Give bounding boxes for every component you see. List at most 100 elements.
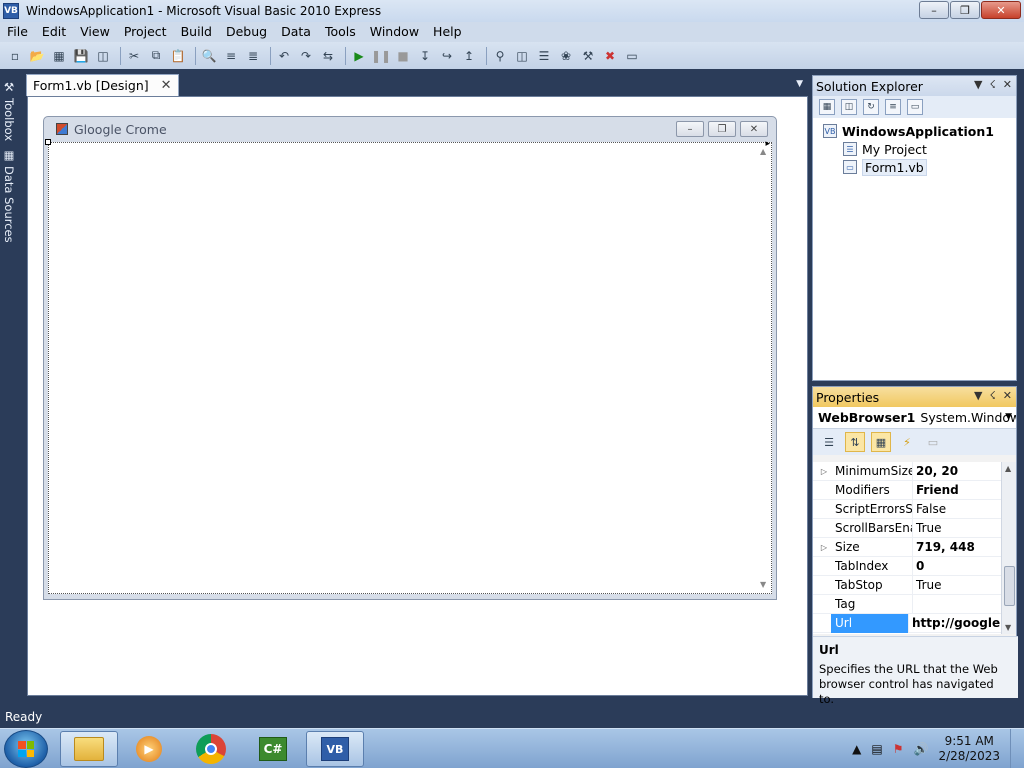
open-file-icon[interactable]: 📂 (28, 47, 46, 65)
vb-app-icon[interactable]: VB (3, 3, 19, 19)
scroll-down-icon[interactable]: ▼ (760, 580, 766, 589)
start-debugging-icon[interactable]: ▶ (350, 47, 368, 65)
close-panel-icon[interactable]: ✕ (1003, 78, 1012, 91)
smart-tag-icon[interactable]: ▸ (765, 139, 770, 149)
property-row[interactable]: ▷ MinimumSize 20, 20 (813, 461, 1003, 481)
resize-handle[interactable] (45, 139, 51, 145)
property-row[interactable]: ScriptErrorsSu False (813, 499, 1003, 519)
paste-icon[interactable]: 📋 (169, 47, 187, 65)
view-code-icon[interactable]: ≡ (885, 99, 901, 115)
taskbar-windows-explorer[interactable] (60, 731, 118, 767)
pause-icon[interactable]: ❚❚ (371, 47, 391, 65)
property-pages-icon[interactable]: ▭ (923, 432, 943, 452)
property-value[interactable]: 719, 448 (912, 537, 1003, 557)
menu-tools[interactable]: Tools (318, 22, 363, 42)
tree-item-project[interactable]: VB WindowsApplication1 (823, 122, 1016, 140)
refresh-icon[interactable]: ↻ (863, 99, 879, 115)
scroll-down-icon[interactable]: ▼ (1005, 623, 1011, 632)
property-row[interactable]: ▷ Size 719, 448 (813, 537, 1003, 557)
object-selector-dropdown[interactable]: WebBrowser1 System.Windows.F ▼ (813, 407, 1016, 429)
show-desktop-button[interactable] (1010, 729, 1020, 768)
menu-data[interactable]: Data (274, 22, 318, 42)
property-value[interactable]: 20, 20 (912, 461, 1003, 481)
step-over-icon[interactable]: ↪ (438, 47, 456, 65)
find-icon[interactable]: 🔍 (200, 47, 218, 65)
property-row[interactable]: Modifiers Friend (813, 480, 1003, 500)
design-surface[interactable]: Gloogle Crome – ❐ ✕ ▲ ▼ ▸ (27, 96, 808, 696)
cut-icon[interactable]: ✂ (125, 47, 143, 65)
immediate-window-icon[interactable]: ▭ (623, 47, 641, 65)
maximize-button[interactable]: ❐ (950, 1, 980, 19)
properties-icon[interactable]: ☰ (535, 47, 553, 65)
expand-icon[interactable]: ▷ (813, 467, 835, 476)
taskbar-google-chrome[interactable] (182, 731, 240, 767)
property-value[interactable]: True (912, 575, 1003, 595)
comment-icon[interactable]: ≡ (222, 47, 240, 65)
redo-icon[interactable]: ↷ (297, 47, 315, 65)
close-panel-icon[interactable]: ✕ (1003, 389, 1012, 402)
tree-item-form1[interactable]: ▭ Form1.vb (823, 158, 1016, 176)
property-row-selected[interactable]: Url http://google.c (813, 613, 1003, 633)
volume-icon[interactable]: 🔊 (914, 742, 929, 756)
property-row[interactable]: ScrollBarsEnal True (813, 518, 1003, 538)
close-button[interactable]: ✕ (981, 1, 1021, 19)
alphabetical-icon[interactable]: ⇅ (845, 432, 865, 452)
navigate-icon[interactable]: ⇆ (319, 47, 337, 65)
find-in-files-icon[interactable]: ⚲ (491, 47, 509, 65)
solution-explorer-icon[interactable]: ◫ (513, 47, 531, 65)
copy-icon[interactable]: ⧉ (147, 47, 165, 65)
clock[interactable]: 9:51 AM 2/28/2023 (938, 734, 1000, 764)
data-sources-tab[interactable]: ▦ Data Sources (2, 148, 16, 243)
property-grid-scrollbar[interactable]: ▲ ▼ (1001, 462, 1016, 634)
menu-build[interactable]: Build (174, 22, 219, 42)
network-icon[interactable]: ▤ (871, 742, 882, 756)
taskbar-media-player[interactable]: ▶ (120, 731, 178, 767)
property-row[interactable]: Tag (813, 594, 1003, 614)
events-icon[interactable]: ⚡ (897, 432, 917, 452)
form-designer-window[interactable]: Gloogle Crome – ❐ ✕ ▲ ▼ ▸ (43, 116, 777, 600)
uncomment-icon[interactable]: ≣ (244, 47, 262, 65)
minimize-button[interactable]: – (919, 1, 949, 19)
webbrowser1-control[interactable]: ▲ ▼ ▸ (45, 139, 772, 594)
toolbox-tab[interactable]: ⚒ Toolbox (2, 80, 16, 141)
property-value[interactable] (912, 594, 1003, 614)
properties-icon[interactable]: ▦ (819, 99, 835, 115)
show-hidden-icons-icon[interactable]: ▲ (852, 742, 861, 756)
menu-view[interactable]: View (73, 22, 117, 42)
undo-icon[interactable]: ↶ (275, 47, 293, 65)
save-icon[interactable]: 💾 (72, 47, 90, 65)
menu-file[interactable]: File (0, 22, 35, 42)
stop-icon[interactable]: ■ (394, 47, 412, 65)
step-out-icon[interactable]: ↥ (460, 47, 478, 65)
step-into-icon[interactable]: ↧ (416, 47, 434, 65)
taskbar-visual-basic[interactable]: VB (306, 731, 364, 767)
window-position-icon[interactable]: ▼ (974, 389, 982, 402)
categorized-icon[interactable]: ☰ (819, 432, 839, 452)
properties-view-icon[interactable]: ▦ (871, 432, 891, 452)
document-list-dropdown[interactable]: ▼ (796, 79, 803, 89)
property-row[interactable]: TabIndex 0 (813, 556, 1003, 576)
menu-edit[interactable]: Edit (35, 22, 73, 42)
auto-hide-pin-icon[interactable]: ☇ (989, 389, 995, 402)
property-row[interactable]: TabStop True (813, 575, 1003, 595)
scroll-up-icon[interactable]: ▲ (1005, 464, 1011, 473)
toolbox-icon[interactable]: ⚒ (579, 47, 597, 65)
webbrowser-scrollbar[interactable]: ▲ ▼ (757, 143, 771, 593)
tree-item-my-project[interactable]: ☰ My Project (823, 140, 1016, 158)
expand-icon[interactable]: ▷ (813, 543, 835, 552)
view-designer-icon[interactable]: ▭ (907, 99, 923, 115)
add-item-icon[interactable]: ▦ (50, 47, 68, 65)
new-project-icon[interactable]: ▫ (6, 47, 24, 65)
property-value[interactable]: 0 (912, 556, 1003, 576)
tab-form1-design[interactable]: Form1.vb [Design] ✕ (26, 74, 179, 96)
menu-debug[interactable]: Debug (219, 22, 274, 42)
menu-project[interactable]: Project (117, 22, 174, 42)
taskbar-visual-csharp[interactable]: C# (244, 731, 302, 767)
menu-window[interactable]: Window (363, 22, 426, 42)
close-tab-icon[interactable]: ✕ (161, 78, 172, 93)
object-browser-icon[interactable]: ❀ (557, 47, 575, 65)
show-all-files-icon[interactable]: ◫ (841, 99, 857, 115)
auto-hide-pin-icon[interactable]: ☇ (989, 78, 995, 91)
property-value[interactable]: False (912, 499, 1003, 519)
save-all-icon[interactable]: ◫ (94, 47, 112, 65)
